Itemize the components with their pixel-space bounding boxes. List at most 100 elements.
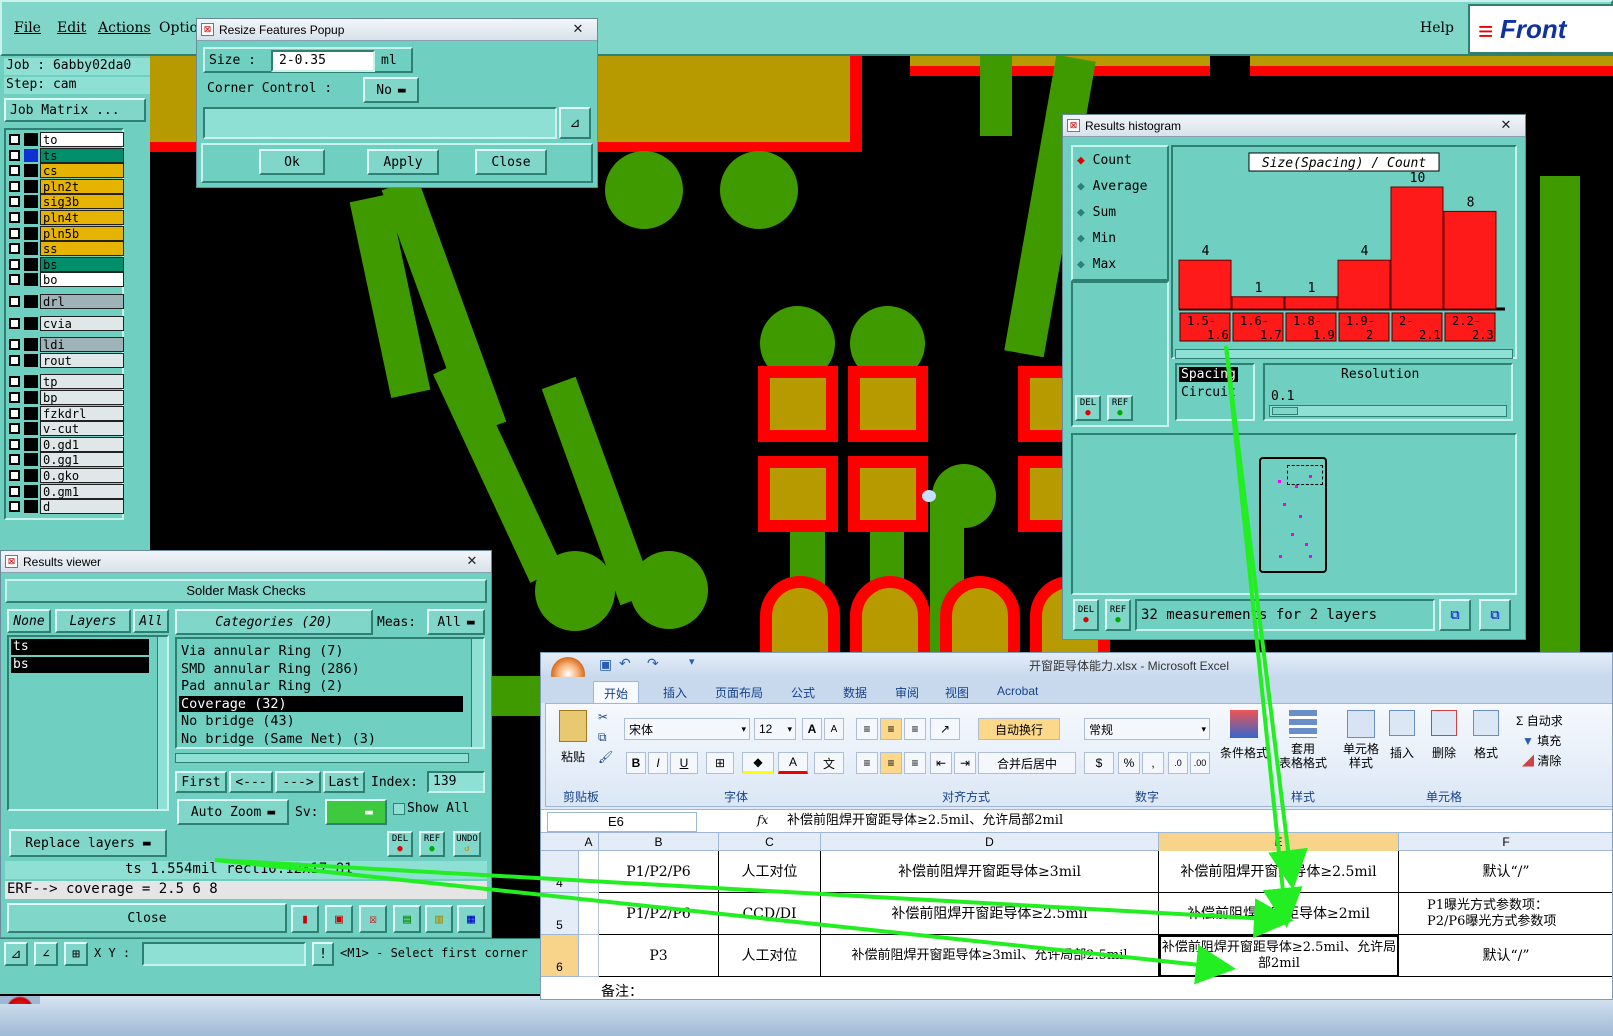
layer-checkbox[interactable] bbox=[9, 274, 20, 286]
cell-f5[interactable]: P1曝光方式参数项： P2/P6曝光方式参数项 bbox=[1399, 893, 1612, 935]
layer-row-rout[interactable]: rout bbox=[6, 352, 126, 368]
histogram-bar[interactable] bbox=[1284, 296, 1338, 310]
decrease-indent-icon[interactable]: ⇤ bbox=[930, 752, 952, 774]
tool-icon-4[interactable]: ▤ bbox=[393, 905, 421, 933]
layer-checkbox[interactable] bbox=[9, 438, 20, 450]
ribbon-tab[interactable]: 公式 bbox=[781, 681, 825, 704]
layer-row-pln4t[interactable]: pln4t bbox=[6, 210, 126, 225]
meas-dropdown[interactable]: All ▬ bbox=[427, 609, 485, 635]
layer-checkbox[interactable] bbox=[9, 149, 20, 161]
info-icon[interactable]: ! bbox=[312, 942, 334, 966]
cell-e4[interactable]: 补偿前阻焊开窗距导体≥2.5mil bbox=[1159, 851, 1399, 893]
results-close-button[interactable]: Close bbox=[7, 903, 287, 933]
mode-option-sum[interactable]: ◆ Sum bbox=[1077, 205, 1116, 220]
del-button[interactable]: DEL ● bbox=[1075, 395, 1101, 421]
layer-checkbox[interactable] bbox=[9, 258, 20, 270]
size-input[interactable]: 2-0.35 bbox=[271, 50, 375, 72]
cell-f4[interactable]: 默认“/” bbox=[1399, 851, 1612, 893]
histogram-preview[interactable] bbox=[1071, 433, 1517, 595]
cell-b6[interactable]: P3 bbox=[599, 935, 719, 977]
close-icon[interactable]: ✕ bbox=[1493, 117, 1519, 133]
cell-d4[interactable]: 补偿前阻焊开窗距导体≥3mil bbox=[821, 851, 1159, 893]
mode-option-max[interactable]: ◆ Max bbox=[1077, 257, 1116, 272]
layer-row-d[interactable]: d bbox=[6, 499, 126, 515]
apply-button[interactable]: Apply bbox=[367, 149, 439, 175]
layer-checkbox[interactable] bbox=[9, 317, 20, 329]
next-button[interactable]: ---> bbox=[275, 771, 321, 793]
job-matrix-button[interactable]: Job Matrix ... bbox=[4, 98, 146, 122]
category-item[interactable]: No bridge (43) bbox=[179, 713, 463, 729]
histogram-bar[interactable] bbox=[1337, 259, 1391, 310]
layer-row-ts[interactable]: ts bbox=[6, 147, 126, 163]
del-button[interactable]: DEL ● bbox=[387, 831, 413, 857]
comma-icon[interactable]: , bbox=[1142, 752, 1164, 774]
report-icon[interactable]: ▥ bbox=[425, 905, 453, 933]
cell-d6[interactable]: 补偿前阻焊开窗距导体≥3mil、允许局部2.5mil bbox=[821, 935, 1159, 977]
column-header[interactable]: D bbox=[821, 833, 1159, 851]
show-all-checkbox[interactable] bbox=[393, 803, 405, 815]
index-input[interactable]: 139 bbox=[427, 771, 485, 793]
ref-button[interactable]: REF ● bbox=[1107, 395, 1133, 421]
layer-row-0.gg1[interactable]: 0.gg1 bbox=[6, 452, 126, 468]
qat-dropdown-icon[interactable]: ▾ bbox=[689, 655, 695, 668]
tool-icon-3[interactable]: ☒ bbox=[359, 905, 387, 933]
import-icon[interactable]: ⧉ bbox=[1479, 599, 1511, 631]
layer-checkbox[interactable] bbox=[9, 376, 20, 388]
font-name-select[interactable]: 宋体 ▾ bbox=[624, 718, 750, 740]
corner-control-dropdown[interactable]: No ▬ bbox=[363, 77, 419, 103]
row-header[interactable]: 6 bbox=[541, 935, 579, 977]
layer-checkbox[interactable] bbox=[9, 407, 20, 419]
tab-layers[interactable]: Layers bbox=[55, 609, 131, 633]
copy-icon[interactable]: ⧉ bbox=[598, 730, 607, 745]
number-format-select[interactable]: 常规 ▾ bbox=[1084, 718, 1210, 740]
bold-button[interactable]: B bbox=[626, 752, 646, 774]
cell-c6[interactable]: 人工对位 bbox=[719, 935, 821, 977]
measure-icon[interactable]: ⊿ bbox=[4, 942, 28, 966]
result-layer-ts[interactable]: ts bbox=[11, 639, 149, 655]
align-left-icon[interactable]: ≡ bbox=[856, 752, 878, 774]
fill-color-icon[interactable]: ◆ bbox=[742, 752, 774, 774]
ribbon-tab[interactable]: 开始 bbox=[593, 681, 640, 705]
spreadsheet-grid[interactable]: A B C D E F 4 P1/P2/P6 人工对位 补偿前阻焊开窗距导体≥3mil 补偿前阻焊开… bbox=[541, 833, 1612, 999]
export-icon[interactable]: ⧉ bbox=[1439, 599, 1471, 631]
mode-option-min[interactable]: ◆ Min bbox=[1077, 231, 1116, 246]
redo-icon[interactable]: ↷ bbox=[647, 655, 659, 672]
name-box[interactable]: E6 bbox=[547, 812, 697, 832]
histogram-scrollbar[interactable] bbox=[1175, 349, 1513, 359]
cell-e5[interactable]: 补偿前阻焊开窗距导体≥2mil bbox=[1159, 893, 1399, 935]
layer-checkbox[interactable] bbox=[9, 423, 20, 435]
category-item[interactable]: Pad annular Ring (2) bbox=[179, 678, 463, 694]
layer-row-fzkdrl[interactable]: fzkdrl bbox=[6, 405, 126, 421]
column-header[interactable]: F bbox=[1399, 833, 1612, 851]
layer-row-bs[interactable]: bs bbox=[6, 256, 126, 272]
layer-checkbox[interactable] bbox=[9, 134, 20, 145]
fx-icon[interactable]: fx bbox=[757, 813, 768, 827]
close-button[interactable]: Close bbox=[475, 149, 547, 175]
layer-checkbox[interactable] bbox=[9, 454, 20, 466]
cell[interactable] bbox=[579, 935, 599, 977]
category-scrollbar-h[interactable] bbox=[175, 753, 469, 763]
categories-header[interactable]: Categories (20) bbox=[175, 609, 373, 635]
layer-row-tp[interactable]: tp bbox=[6, 374, 126, 390]
layer-checkbox[interactable] bbox=[9, 470, 20, 481]
auto-zoom-dropdown[interactable]: Auto Zoom ▬ bbox=[177, 799, 289, 825]
snap-icon[interactable]: ∠ bbox=[34, 942, 58, 966]
grow-font-icon[interactable]: A bbox=[802, 718, 822, 740]
layer-checkbox[interactable] bbox=[9, 485, 20, 497]
close-icon[interactable]: ✕ bbox=[565, 21, 591, 37]
menu-actions[interactable]: Actions bbox=[98, 20, 151, 36]
align-middle-icon[interactable]: ≡ bbox=[880, 718, 902, 740]
shrink-font-icon[interactable]: A bbox=[824, 718, 844, 740]
layer-list-scrollbar[interactable] bbox=[157, 637, 167, 809]
percent-icon[interactable]: % bbox=[1118, 752, 1140, 774]
close-icon[interactable]: ✕ bbox=[459, 553, 485, 569]
tool-icon-2[interactable]: ▣ bbox=[325, 905, 353, 933]
autosum-button[interactable]: Σ 自动求 bbox=[1516, 712, 1612, 729]
increase-decimal-icon[interactable]: .0 bbox=[1168, 752, 1188, 774]
mode-option-count[interactable]: ◆ Count bbox=[1077, 153, 1132, 168]
layer-checkbox[interactable] bbox=[9, 196, 20, 208]
tab-none[interactable]: None bbox=[7, 609, 51, 633]
histogram-icon[interactable]: ▦ bbox=[457, 905, 485, 933]
menu-file[interactable]: File bbox=[14, 20, 41, 36]
table-format-button[interactable]: 套用 表格格式 bbox=[1276, 710, 1330, 780]
